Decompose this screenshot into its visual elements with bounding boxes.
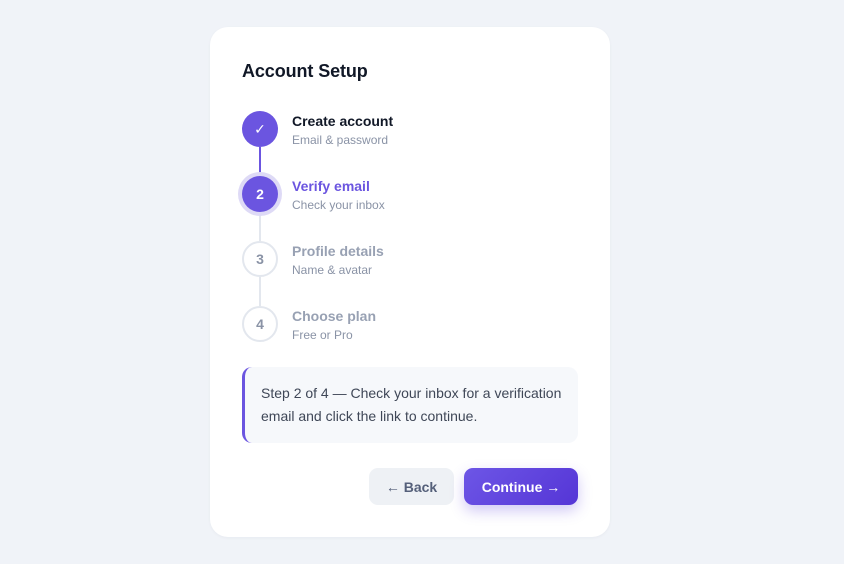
step-sublabel: Check your inbox [292, 198, 385, 212]
info-text: Step 2 of 4 — Check your inbox for a ver… [261, 385, 562, 424]
step-verify-email[interactable]: 2 Verify email Check your inbox [242, 176, 582, 216]
step-label: Choose plan [292, 308, 377, 324]
step-label: Create account [292, 113, 394, 129]
step-sublabel: Name & avatar [292, 263, 373, 277]
continue-button[interactable]: Continue → [464, 468, 578, 505]
back-button[interactable]: ← Back [369, 468, 454, 505]
step-choose-plan[interactable]: 4 Choose plan Free or Pro [242, 306, 582, 346]
step-profile-details[interactable]: 3 Profile details Name & avatar [242, 241, 582, 281]
step-connector [259, 277, 261, 306]
step-label: Verify email [292, 178, 370, 194]
step-number: 3 [242, 241, 278, 277]
step-sublabel: Email & password [292, 133, 389, 147]
step-create-account[interactable]: ✓ Create account Email & password [242, 111, 582, 151]
card-title: Account Setup [242, 61, 368, 81]
stepper: ✓ Create account Email & password 2 Veri… [242, 111, 582, 351]
step-label: Profile details [292, 243, 384, 259]
step-number: 4 [242, 306, 278, 342]
step-connector [259, 147, 261, 176]
info-callout: Step 2 of 4 — Check your inbox for a ver… [242, 367, 578, 443]
step-number: 2 [242, 176, 278, 212]
setup-card: Account Setup ✓ Create account Email & p… [210, 27, 610, 537]
step-sublabel: Free or Pro [292, 328, 353, 342]
step-connector [259, 212, 261, 241]
check-icon: ✓ [242, 111, 278, 147]
